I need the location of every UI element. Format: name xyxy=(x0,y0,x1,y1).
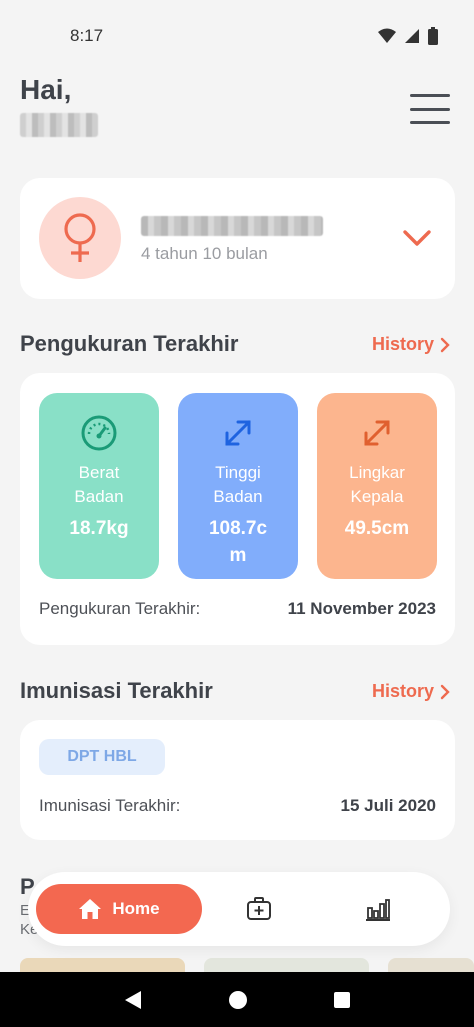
weight-tile[interactable]: Berat Badan 18.7kg xyxy=(39,393,159,579)
nav-chart-button[interactable] xyxy=(364,896,392,924)
menu-line xyxy=(410,121,450,124)
child-avatar xyxy=(39,197,121,279)
status-bar: 8:17 xyxy=(0,0,474,72)
user-name-redacted xyxy=(20,113,98,137)
hamburger-menu-button[interactable] xyxy=(410,94,450,124)
head-circumference-tile[interactable]: Lingkar Kepala 49.5cm xyxy=(317,393,437,579)
profile-dropdown-button[interactable] xyxy=(400,224,434,252)
menu-line xyxy=(410,107,450,111)
greeting-text: Hai, xyxy=(20,74,72,105)
child-name-redacted xyxy=(141,216,323,236)
article-thumbnail[interactable] xyxy=(204,958,369,972)
last-measurement-date: 11 November 2023 xyxy=(287,599,436,618)
immunization-history-link[interactable]: History xyxy=(372,681,450,702)
gauge-icon xyxy=(79,413,119,453)
immunization-card: DPT HBL Imunisasi Terakhir: 15 Juli 2020 xyxy=(20,720,455,840)
signal-icon xyxy=(405,29,419,43)
recents-icon[interactable] xyxy=(333,991,351,1009)
expand-arrows-icon xyxy=(357,413,397,453)
menu-line xyxy=(410,94,450,97)
measurement-section-title: Pengukuran Terakhir xyxy=(20,331,239,356)
nav-home-label: Home xyxy=(112,899,160,918)
vaccine-chip: DPT HBL xyxy=(39,739,165,775)
home-icon xyxy=(79,899,102,919)
bottom-navigation: Home xyxy=(28,872,450,946)
child-profile-card[interactable]: 4 tahun 10 bulan xyxy=(20,178,455,299)
home-circle-icon[interactable] xyxy=(228,990,248,1010)
height-label: Tinggi Badan xyxy=(213,463,263,506)
weight-label: Berat Badan xyxy=(74,463,124,506)
measurement-history-link[interactable]: History xyxy=(372,334,450,355)
measurement-card: Berat Badan 18.7kg Tinggi Badan 108.7cm xyxy=(20,373,455,645)
history-label: History xyxy=(372,334,435,354)
height-tile[interactable]: Tinggi Badan 108.7cm xyxy=(178,393,298,579)
chevron-right-icon xyxy=(440,684,450,699)
chevron-right-icon xyxy=(440,337,450,352)
head-circumference-label: Lingkar Kepala xyxy=(349,463,405,506)
status-icons xyxy=(378,27,438,45)
status-time: 8:17 xyxy=(70,26,104,45)
head-circumference-value: 49.5cm xyxy=(344,518,410,539)
weight-value: 18.7kg xyxy=(69,518,129,539)
immunization-section-title: Imunisasi Terakhir xyxy=(20,678,213,703)
last-immunization-row: Imunisasi Terakhir: 15 Juli 2020 xyxy=(39,796,436,816)
female-icon xyxy=(64,213,96,262)
article-thumbnail[interactable] xyxy=(20,958,185,972)
nav-health-button[interactable] xyxy=(246,896,274,924)
nav-home-button[interactable]: Home xyxy=(36,884,202,934)
last-immunization-date: 15 Juli 2020 xyxy=(340,796,436,815)
system-navigation-bar xyxy=(0,972,474,1027)
article-thumbnail[interactable] xyxy=(388,958,474,972)
history-label: History xyxy=(372,681,435,701)
wifi-icon xyxy=(378,28,396,43)
height-value: 108.7cm xyxy=(208,518,268,566)
child-age: 4 tahun 10 bulan xyxy=(141,244,268,263)
chevron-down-icon xyxy=(403,230,431,246)
last-immunization-label: Imunisasi Terakhir: xyxy=(39,796,181,815)
battery-icon xyxy=(428,27,438,45)
bar-chart-icon xyxy=(366,899,390,921)
last-measurement-label: Pengukuran Terakhir: xyxy=(39,599,201,618)
expand-arrows-icon xyxy=(218,413,258,453)
last-measurement-row: Pengukuran Terakhir: 11 November 2023 xyxy=(39,599,436,619)
back-icon[interactable] xyxy=(123,990,143,1010)
medical-kit-icon xyxy=(247,897,271,920)
